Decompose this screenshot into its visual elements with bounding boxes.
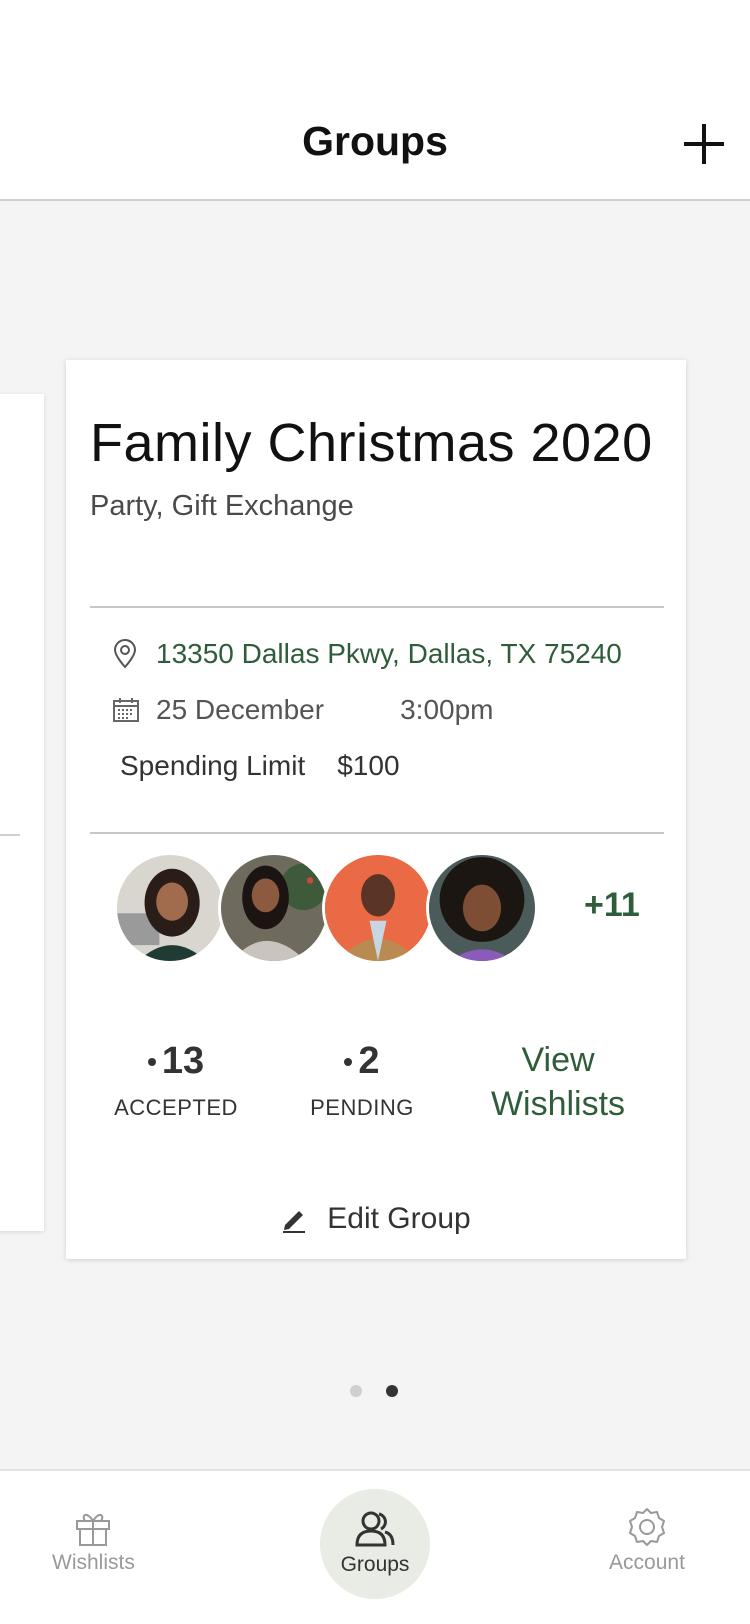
tab-label: Wishlists	[52, 1551, 135, 1574]
gift-icon	[52, 1507, 135, 1547]
bottom-tab-bar: Wishlists Groups Account	[0, 1469, 750, 1624]
spending-limit-label: Spending Limit	[120, 750, 306, 781]
spending-limit-row: Spending Limit $100	[120, 750, 400, 782]
header: Groups	[0, 100, 750, 201]
tab-account[interactable]: Account	[602, 1507, 692, 1575]
calendar-icon	[112, 696, 156, 724]
view-wishlists-line2: Wishlists	[490, 1085, 626, 1123]
address-link[interactable]: 13350 Dallas Pkwy, Dallas, TX 75240	[156, 638, 622, 670]
accepted-stat[interactable]: 13 ACCEPTED	[106, 1040, 246, 1121]
edit-group-label: Edit Group	[327, 1202, 471, 1235]
add-group-button[interactable]	[678, 120, 730, 172]
pending-count: 2	[358, 1040, 380, 1082]
more-members-count[interactable]: +11	[584, 886, 640, 925]
group-subtitle: Party, Gift Exchange	[90, 490, 354, 522]
accepted-label: ACCEPTED	[114, 1095, 238, 1120]
divider	[0, 834, 20, 836]
event-date: 25 December	[156, 694, 325, 725]
tab-groups[interactable]: Groups	[320, 1489, 430, 1599]
pending-label: PENDING	[310, 1095, 414, 1120]
divider	[90, 606, 664, 608]
edit-group-button[interactable]: Edit Group	[66, 1202, 686, 1236]
event-time: 3:00pm	[400, 694, 494, 725]
tab-label: Groups	[340, 1553, 410, 1576]
spending-limit-value: $100	[337, 750, 400, 781]
group-title: Family Christmas 2020	[90, 413, 653, 473]
page-title: Groups	[302, 118, 448, 164]
view-wishlists-link[interactable]: View Wishlists	[476, 1038, 640, 1126]
avatar[interactable]	[322, 852, 434, 964]
avatar[interactable]	[426, 852, 538, 964]
status-bar-area	[0, 0, 750, 100]
page-dot-active[interactable]	[386, 1385, 398, 1397]
pencil-icon	[281, 1205, 307, 1233]
tab-wishlists[interactable]: Wishlists	[52, 1507, 135, 1575]
group-card: Family Christmas 2020 Party, Gift Exchan…	[66, 360, 686, 1259]
pending-stat[interactable]: 2 PENDING	[292, 1040, 432, 1121]
page-dot[interactable]	[350, 1385, 362, 1397]
address-row[interactable]: 13350 Dallas Pkwy, Dallas, TX 75240	[112, 638, 622, 670]
bullet-icon	[344, 1057, 353, 1066]
page-indicator	[350, 1385, 398, 1397]
divider	[90, 832, 664, 834]
date-row: 25 December 3:00pm	[112, 694, 494, 726]
avatar[interactable]	[114, 852, 226, 964]
people-icon	[320, 1509, 430, 1549]
view-wishlists-line1: View	[521, 1041, 595, 1079]
gear-icon	[602, 1507, 692, 1547]
member-avatars[interactable]: +11	[114, 852, 654, 964]
bullet-icon	[147, 1057, 156, 1066]
accepted-count: 13	[161, 1040, 205, 1082]
previous-group-card[interactable]	[0, 394, 44, 1231]
avatar[interactable]	[218, 852, 330, 964]
location-pin-icon	[112, 639, 156, 669]
tab-label: Account	[609, 1551, 685, 1574]
